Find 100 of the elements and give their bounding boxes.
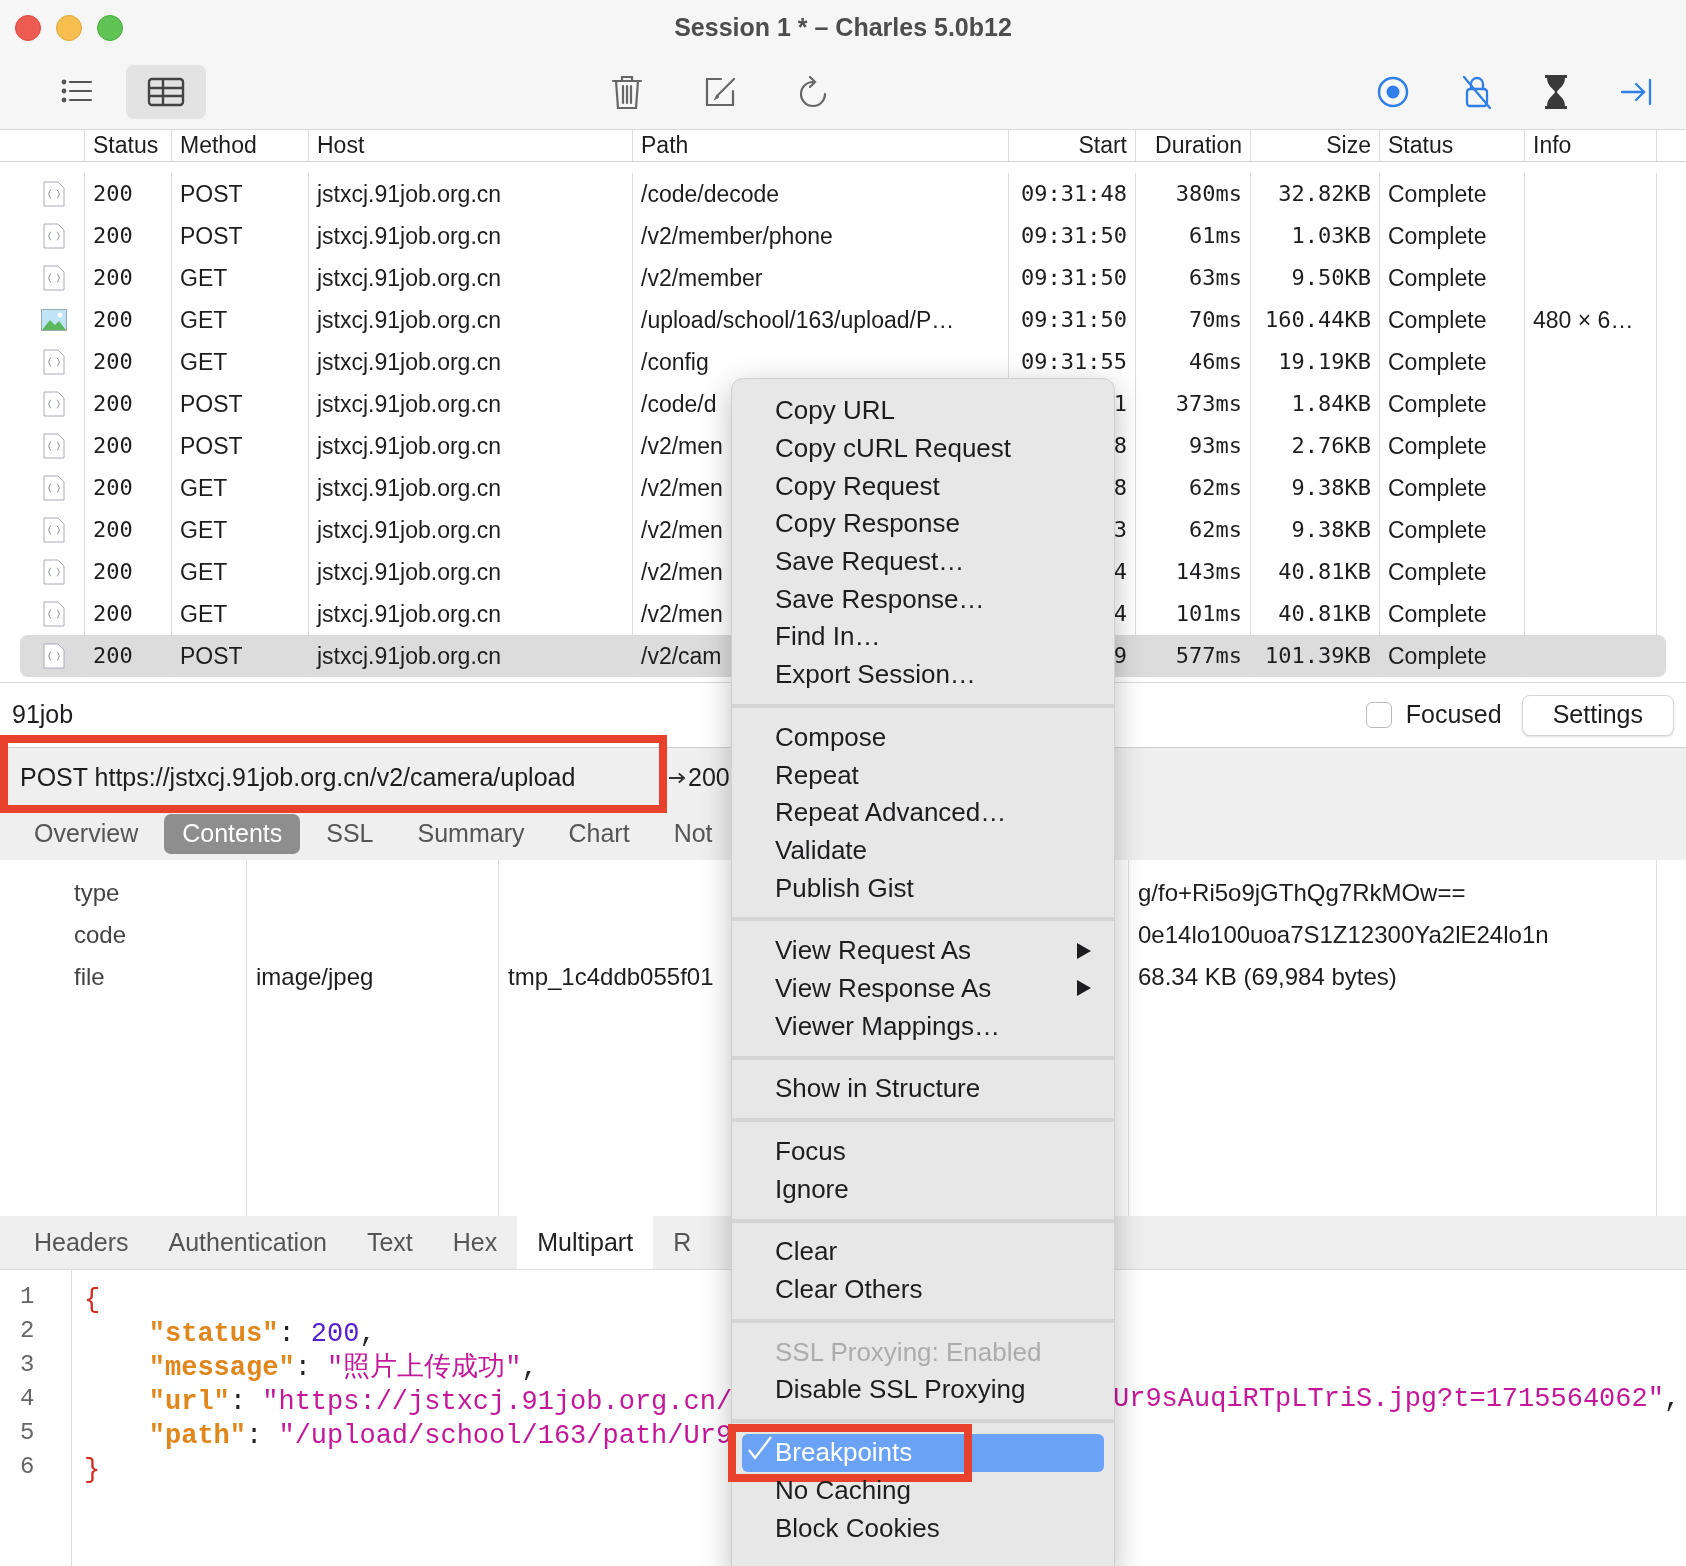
table-cell: POST xyxy=(180,182,243,206)
table-cell: 61ms xyxy=(1189,225,1242,247)
table-cell: jstxcj.91job.org.cn xyxy=(317,602,502,626)
table-cell: GET xyxy=(180,476,228,500)
table-cell: /config xyxy=(641,350,709,374)
part-name: code xyxy=(74,920,127,950)
window-title: Session 1 * – Charles 5.0b12 xyxy=(674,11,1012,43)
table-cell: GET xyxy=(180,518,228,542)
table-cell: 62ms xyxy=(1189,519,1242,541)
table-cell: /v2/men xyxy=(641,602,723,626)
line-number: 1 xyxy=(19,1282,36,1312)
table-cell: 32.82KB xyxy=(1278,183,1371,205)
table-cell: Complete xyxy=(1388,266,1487,290)
host-label: 91job xyxy=(12,699,74,731)
line-number: 2 xyxy=(19,1316,36,1346)
part-content-type: image/jpeg xyxy=(256,962,374,992)
table-cell: 93ms xyxy=(1189,435,1242,457)
table-cell: 1.84KB xyxy=(1291,393,1371,415)
table-cell: /code/d xyxy=(641,392,717,416)
table-cell: 09:31:48 xyxy=(1021,183,1127,205)
table-cell: Complete xyxy=(1388,560,1487,584)
table-cell: 200 xyxy=(93,435,133,457)
table-cell: Complete xyxy=(1388,602,1487,626)
table-cell: Complete xyxy=(1388,476,1487,500)
table-cell: 577ms xyxy=(1175,645,1242,667)
line-number: 6 xyxy=(19,1452,36,1482)
part-value: 68.34 KB (69,984 bytes) xyxy=(1138,962,1397,992)
table-cell: 200 xyxy=(93,309,133,331)
table-cell: 9.38KB xyxy=(1291,519,1371,541)
part-filename: tmp_1c4ddb055f01 xyxy=(508,962,714,992)
table-cell: GET xyxy=(180,602,228,626)
table-cell: /v2/men xyxy=(641,560,723,584)
line-number: 4 xyxy=(19,1384,36,1414)
table-cell: POST xyxy=(180,392,243,416)
table-cell: /upload/school/163/upload/P… xyxy=(641,308,955,332)
table-cell: 62ms xyxy=(1189,477,1242,499)
table-cell: 200 xyxy=(93,477,133,499)
table-cell: /v2/men xyxy=(641,434,723,458)
table-cell: 2.76KB xyxy=(1291,435,1371,457)
table-cell: Complete xyxy=(1388,308,1487,332)
table-cell: jstxcj.91job.org.cn xyxy=(317,644,502,668)
table-cell: /v2/cam xyxy=(641,644,722,668)
table-cell: Complete xyxy=(1388,644,1487,668)
part-name: file xyxy=(74,962,105,992)
table-cell: /v2/member/phone xyxy=(641,224,833,248)
table-cell: 101ms xyxy=(1175,603,1242,625)
part-value: g/fo+Ri5o9jGThQg7RkMOw== xyxy=(1138,878,1466,908)
table-cell: 4 xyxy=(1113,561,1127,583)
table-cell: 40.81KB xyxy=(1278,561,1371,583)
table-cell: jstxcj.91job.org.cn xyxy=(317,350,502,374)
table-cell: /v2/men xyxy=(641,518,723,542)
table-cell: jstxcj.91job.org.cn xyxy=(317,560,502,584)
code-line: "message": "照片上传成功", xyxy=(147,1351,538,1385)
table-cell: jstxcj.91job.org.cn xyxy=(317,518,502,542)
focused-label: Focused xyxy=(1405,699,1502,731)
table-cell: jstxcj.91job.org.cn xyxy=(317,224,502,248)
table-cell: 8 xyxy=(1113,477,1127,499)
table-cell: Complete xyxy=(1388,350,1487,374)
code-line: } xyxy=(84,1454,101,1487)
table-cell: 200 xyxy=(93,225,133,247)
table-cell: 480 × 6… xyxy=(1533,308,1634,332)
table-cell: 200 xyxy=(93,645,133,667)
table-cell: 09:31:50 xyxy=(1021,267,1127,289)
table-cell: 373ms xyxy=(1175,393,1242,415)
table-cell: 380ms xyxy=(1175,183,1242,205)
table-cell: Complete xyxy=(1388,434,1487,458)
table-cell: GET xyxy=(180,350,228,374)
table-cell: 200 xyxy=(93,393,133,415)
table-cell: 19.19KB xyxy=(1278,351,1371,373)
table-cell: 1 xyxy=(1113,393,1127,415)
table-cell: 9.38KB xyxy=(1291,477,1371,499)
table-cell: GET xyxy=(180,308,228,332)
table-cell: /v2/men xyxy=(641,476,723,500)
table-cell: 4 xyxy=(1113,603,1127,625)
table-cell: 200 xyxy=(93,183,133,205)
table-cell: jstxcj.91job.org.cn xyxy=(317,434,502,458)
table-cell: jstxcj.91job.org.cn xyxy=(317,392,502,416)
table-cell: 143ms xyxy=(1175,561,1242,583)
table-cell: 46ms xyxy=(1189,351,1242,373)
part-name: type xyxy=(74,878,120,908)
table-cell: 09:31:55 xyxy=(1021,351,1127,373)
table-cell: 101.39KB xyxy=(1265,645,1371,667)
table-cell: POST xyxy=(180,224,243,248)
table-cell: jstxcj.91job.org.cn xyxy=(317,266,502,290)
table-cell: 40.81KB xyxy=(1278,603,1371,625)
table-cell: 200 xyxy=(93,351,133,373)
table-cell: 09:31:50 xyxy=(1021,225,1127,247)
table-cell: 8 xyxy=(1113,435,1127,457)
code-line: Ur9sAuqiRTpLTriS.jpg?t=1715564062", xyxy=(1113,1383,1681,1416)
table-cell: POST xyxy=(180,434,243,458)
table-cell: GET xyxy=(180,560,228,584)
table-cell: 200 xyxy=(93,267,133,289)
part-value: 0e14lo100uoa7S1Z12300Ya2lE24lo1n xyxy=(1138,920,1549,950)
table-cell: 200 xyxy=(93,561,133,583)
table-cell: Complete xyxy=(1388,182,1487,206)
line-number: 5 xyxy=(19,1418,36,1448)
table-cell: 63ms xyxy=(1189,267,1242,289)
table-cell: 200 xyxy=(93,603,133,625)
table-cell: 70ms xyxy=(1189,309,1242,331)
code-line: { xyxy=(84,1284,101,1317)
